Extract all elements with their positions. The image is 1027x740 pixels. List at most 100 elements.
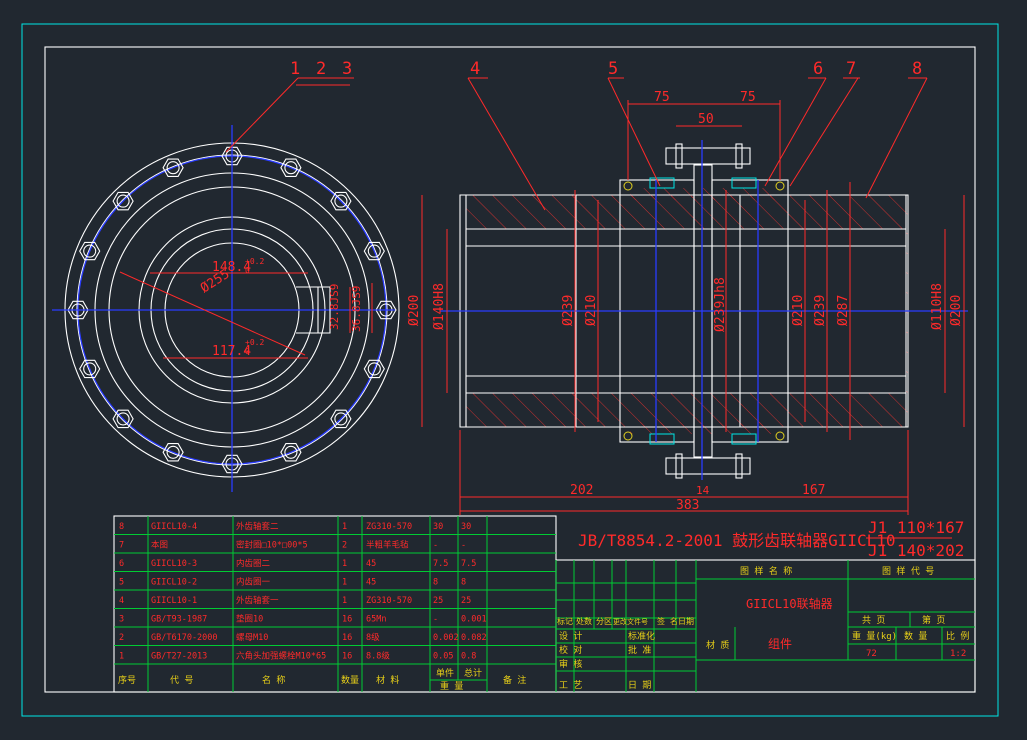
dim-287: Ø287 [836,295,851,326]
rev-label-2: 分区 [596,617,612,626]
bom-cell-qty: 1 [342,596,347,606]
bom-cell-material: 45 [366,578,376,588]
bom-cell-material: 半粗羊毛毡 [366,540,409,551]
bom-cell-name: 内齿圈一 [236,577,271,588]
bom-header-qty: 数量 [341,674,359,686]
bom-cell-qty: 16 [342,633,352,643]
bom-cell-no: 1 [119,652,124,662]
bom-cell-total: 30 [461,522,471,532]
bom-cell-name: 内齿圈二 [236,558,271,569]
bom-header-name: 名 称 [262,674,285,686]
bom-cell-no: 8 [119,522,124,532]
rev-label-1: 处数 [576,616,592,626]
bom-cell-material: 8级 [366,632,380,643]
bom-cell-unit: - [433,615,438,625]
bom-header-material: 材 料 [376,674,399,686]
cad-drawing: 1 2 3 4 5 6 7 8 148.4 +0.2 0 117.4 +0.2 … [21,23,999,717]
count-label: 数 量 [904,630,927,642]
scale-value: 1:2 [950,649,966,659]
dim-75-right: 75 [740,90,756,105]
dim-210-left: Ø210 [584,295,599,326]
bom-cell-total: 7.5 [461,559,476,569]
bom-cell-total: 25 [461,596,471,606]
bom-cell-material: ZG310-570 [366,596,412,606]
bom-cell-material: 65Mn [366,615,386,625]
dim-75-left: 75 [654,90,670,105]
bom-cell-no: 6 [119,559,124,569]
bom-cell-code: GIICL10-3 [151,559,197,569]
dim-right-outer: Ø200 [949,295,964,326]
balloon-4: 4 [470,59,480,79]
bom-cell-unit: 7.5 [433,559,448,569]
dim-keyway-b: 36.8JS9 [350,286,363,332]
role-approve: 批 准 [628,644,651,656]
balloon-8: 8 [912,59,922,79]
bom-header-weight: 重 量 [440,680,463,692]
dim-202: 202 [570,483,593,498]
dim-50: 50 [698,112,714,127]
bom-cell-qty: 1 [342,578,347,588]
bom-cell-total: 8 [461,578,466,588]
bom-header-note: 备 注 [503,674,526,686]
balloon-3: 3 [342,59,352,79]
drawing-code-label: 图 样 代 号 [882,565,934,577]
rev-label-5: 日期 [678,617,694,626]
bom-cell-name: 六角头加强螺栓M10*65 [236,651,326,662]
bom-cell-name: 密封圈□10*□00*5 [236,540,308,551]
title-block [555,559,976,693]
role-process: 工 艺 [559,680,582,691]
bom-header-code: 代 号 [170,675,193,686]
bom-cell-qty: 16 [342,615,352,625]
role-review: 审 核 [559,658,582,670]
weight-label: 重 量(kg) [852,630,897,642]
bom-cell-material: ZG310-570 [366,522,412,532]
bom-cell-code: GB/T6170-2000 [151,633,218,643]
left-view [52,77,400,492]
dim-left-outer: Ø200 [407,295,422,326]
bom-header-total: 总计 [464,667,482,679]
dim-239-left: Ø239 [561,295,576,326]
bom-cell-unit: 8 [433,578,438,588]
rev-label-4: 签 名 [657,616,678,626]
bom-cell-total: 0.8 [461,652,476,662]
main-view [421,77,968,515]
dim-right-bore: Ø110H8 [930,283,945,330]
dim-14: 14 [696,484,710,497]
role-design: 设 计 [559,630,582,642]
rev-label-3: 更改文件号 [613,617,648,626]
bom-cell-no: 5 [119,578,124,588]
material-value: 组件 [768,637,792,651]
drawing-name: GIICL10联轴器 [746,596,833,611]
dim-keyway-width-tol: +0.2 [245,257,264,266]
balloon-2: 2 [316,59,326,79]
bom-cell-code: GB/T93-1987 [151,615,207,625]
bom-cell-unit: 0.002 [433,633,459,643]
bom-cell-code: GIICL10-2 [151,578,197,588]
dim-key-depth-tol: +0.2 [245,338,264,347]
bom-cell-name: 垫圈10 [236,614,263,625]
bom-cell-code: GIICL10-1 [151,596,197,606]
bom-cell-no: 3 [119,615,124,625]
bom-cell-name: 外齿轴套二 [236,521,279,532]
dim-key-depth-tol0: 0 [245,347,250,356]
scale-label: 比 例 [946,630,969,642]
role-date: 日 期 [628,680,651,691]
sheets-label: 共 页 [862,615,885,626]
spec-top: J1 110*167 [868,518,964,537]
bom-cell-total: - [461,541,466,551]
bom-cell-qty: 16 [342,652,352,662]
role-standard: 标准化 [628,630,655,642]
dim-keyway-width-tol0: 0 [245,266,250,275]
bom-header-unit: 单件 [436,667,454,679]
bom-cell-qty: 1 [342,559,347,569]
material-label: 材 质 [706,639,729,651]
bom-cell-unit: - [433,541,438,551]
bom-cell-qty: 1 [342,522,347,532]
dim-keyway-a: 32.8JS9 [328,284,341,330]
bom-cell-code: 本图 [151,540,168,551]
bom-cell-no: 4 [119,596,124,606]
bom-cell-unit: 25 [433,596,443,606]
bom-cell-code: GB/T27-2013 [151,652,207,662]
balloon-5: 5 [608,59,618,79]
rev-label-0: 标记 [557,616,573,626]
